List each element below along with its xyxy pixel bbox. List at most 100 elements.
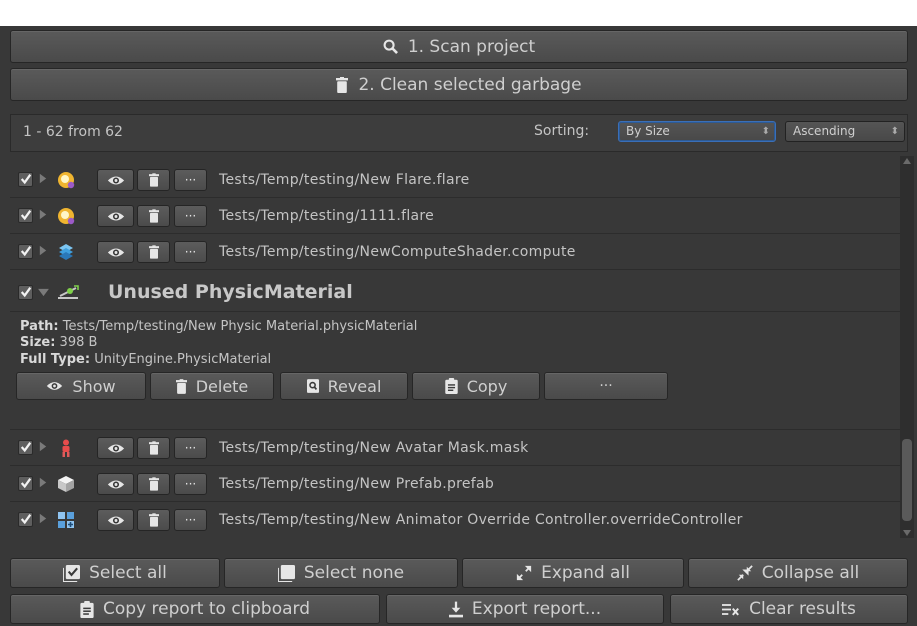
show-button[interactable] bbox=[97, 437, 134, 459]
sort-order-dropdown[interactable]: Ascending ⬍ bbox=[785, 121, 905, 142]
eye-icon bbox=[107, 514, 125, 527]
item-checkbox[interactable] bbox=[18, 208, 33, 223]
more-button[interactable]: ··· bbox=[174, 509, 207, 531]
eye-icon bbox=[107, 246, 125, 259]
show-button[interactable] bbox=[97, 509, 134, 531]
scroll-down-arrow-icon[interactable] bbox=[903, 530, 911, 536]
more-button[interactable]: ··· bbox=[544, 372, 668, 400]
trash-icon bbox=[176, 379, 187, 394]
copy-report-button[interactable]: Copy report to clipboard bbox=[10, 594, 380, 624]
export-report-label: Export report... bbox=[471, 599, 602, 619]
scroll-up-arrow-icon[interactable] bbox=[903, 158, 911, 164]
results-count: 1 - 62 from 62 bbox=[23, 124, 123, 140]
delete-button[interactable] bbox=[137, 205, 170, 227]
reveal-label: Reveal bbox=[327, 376, 382, 396]
sort-by-value: By Size bbox=[626, 124, 670, 138]
clean-garbage-button[interactable]: 2. Clean selected garbage bbox=[10, 68, 908, 101]
trash-icon bbox=[149, 173, 159, 187]
select-all-label: Select all bbox=[89, 563, 167, 583]
fold-arrow-down-icon[interactable] bbox=[38, 288, 49, 297]
eye-icon bbox=[107, 478, 125, 491]
expanded-item-header[interactable]: Unused PhysicMaterial bbox=[10, 273, 900, 312]
clipboard-icon bbox=[80, 601, 94, 618]
delete-button[interactable]: Delete bbox=[150, 372, 274, 400]
expand-all-button[interactable]: Expand all bbox=[462, 558, 684, 588]
more-button[interactable]: ··· bbox=[174, 473, 207, 495]
collapse-icon bbox=[737, 565, 753, 581]
type-label: Full Type: bbox=[20, 352, 91, 367]
item-path: Tests/Temp/testing/New Flare.flare bbox=[219, 172, 470, 188]
fold-arrow-icon[interactable] bbox=[39, 441, 47, 452]
scrollbar-thumb[interactable] bbox=[902, 439, 912, 521]
trash-icon bbox=[149, 245, 159, 259]
item-checkbox[interactable] bbox=[18, 512, 33, 527]
flare-icon bbox=[57, 207, 75, 225]
copy-label: Copy bbox=[466, 376, 508, 396]
clipboard-icon bbox=[445, 378, 458, 394]
results-header: 1 - 62 from 62 Sorting: By Size ⬍ Ascend… bbox=[10, 114, 908, 152]
eye-icon bbox=[107, 210, 125, 223]
collapse-all-label: Collapse all bbox=[761, 563, 860, 583]
size-value: 398 B bbox=[59, 335, 98, 350]
show-label: Show bbox=[72, 376, 116, 396]
select-none-label: Select none bbox=[303, 563, 405, 583]
fold-arrow-icon[interactable] bbox=[39, 209, 47, 220]
clear-results-label: Clear results bbox=[749, 599, 856, 619]
result-row: ··· Tests/Temp/testing/New Prefab.prefab bbox=[10, 466, 900, 502]
eye-icon bbox=[46, 380, 63, 392]
fold-arrow-icon[interactable] bbox=[39, 173, 47, 184]
delete-button[interactable] bbox=[137, 437, 170, 459]
delete-button[interactable] bbox=[137, 473, 170, 495]
show-button[interactable] bbox=[97, 241, 134, 263]
results-scrollbar[interactable] bbox=[900, 156, 914, 538]
animator-override-icon bbox=[57, 511, 75, 529]
size-label: Size: bbox=[20, 335, 56, 350]
fold-arrow-icon[interactable] bbox=[39, 245, 47, 256]
export-report-button[interactable]: Export report... bbox=[386, 594, 664, 624]
result-row: ··· Tests/Temp/testing/New Flare.flare bbox=[10, 162, 900, 198]
physic-material-icon bbox=[57, 283, 79, 301]
trash-icon bbox=[149, 513, 159, 527]
more-button[interactable]: ··· bbox=[174, 205, 207, 227]
results-list: ··· Tests/Temp/testing/New Flare.flare ·… bbox=[10, 156, 900, 538]
expand-icon bbox=[516, 565, 532, 581]
select-none-button[interactable]: Select none bbox=[224, 558, 458, 588]
item-type-info: Full Type: UnityEngine.PhysicMaterial bbox=[20, 352, 271, 367]
sort-by-dropdown[interactable]: By Size ⬍ bbox=[618, 121, 776, 142]
show-button[interactable]: Show bbox=[16, 372, 146, 400]
item-path: Tests/Temp/testing/New Avatar Mask.mask bbox=[219, 440, 529, 456]
delete-button[interactable] bbox=[137, 509, 170, 531]
trash-icon bbox=[336, 77, 348, 93]
more-button[interactable]: ··· bbox=[174, 437, 207, 459]
item-checkbox[interactable] bbox=[18, 172, 33, 187]
trash-icon bbox=[149, 477, 159, 491]
item-checkbox[interactable] bbox=[18, 244, 33, 259]
copy-button[interactable]: Copy bbox=[412, 372, 540, 400]
fold-arrow-icon[interactable] bbox=[39, 513, 47, 524]
clear-list-icon bbox=[722, 603, 740, 616]
item-checkbox[interactable] bbox=[18, 440, 33, 455]
more-button[interactable]: ··· bbox=[174, 169, 207, 191]
delete-button[interactable] bbox=[137, 241, 170, 263]
reveal-icon bbox=[307, 379, 319, 393]
prefab-icon bbox=[57, 475, 75, 493]
scan-project-button[interactable]: 1. Scan project bbox=[10, 30, 908, 63]
select-all-button[interactable]: Select all bbox=[10, 558, 220, 588]
reveal-button[interactable]: Reveal bbox=[280, 372, 408, 400]
eye-icon bbox=[107, 174, 125, 187]
collapse-all-button[interactable]: Collapse all bbox=[688, 558, 908, 588]
clear-results-button[interactable]: Clear results bbox=[670, 594, 908, 624]
fold-arrow-icon[interactable] bbox=[39, 477, 47, 488]
dropdown-arrows-icon: ⬍ bbox=[890, 126, 899, 137]
show-button[interactable] bbox=[97, 473, 134, 495]
expand-all-label: Expand all bbox=[541, 563, 630, 583]
more-button[interactable]: ··· bbox=[174, 241, 207, 263]
show-button[interactable] bbox=[97, 169, 134, 191]
expanded-item: Unused PhysicMaterial Path: Tests/Temp/t… bbox=[10, 273, 900, 430]
trash-icon bbox=[149, 209, 159, 223]
expanded-item-title: Unused PhysicMaterial bbox=[108, 281, 353, 303]
item-checkbox[interactable] bbox=[18, 476, 33, 491]
item-checkbox[interactable] bbox=[18, 285, 33, 300]
show-button[interactable] bbox=[97, 205, 134, 227]
delete-button[interactable] bbox=[137, 169, 170, 191]
